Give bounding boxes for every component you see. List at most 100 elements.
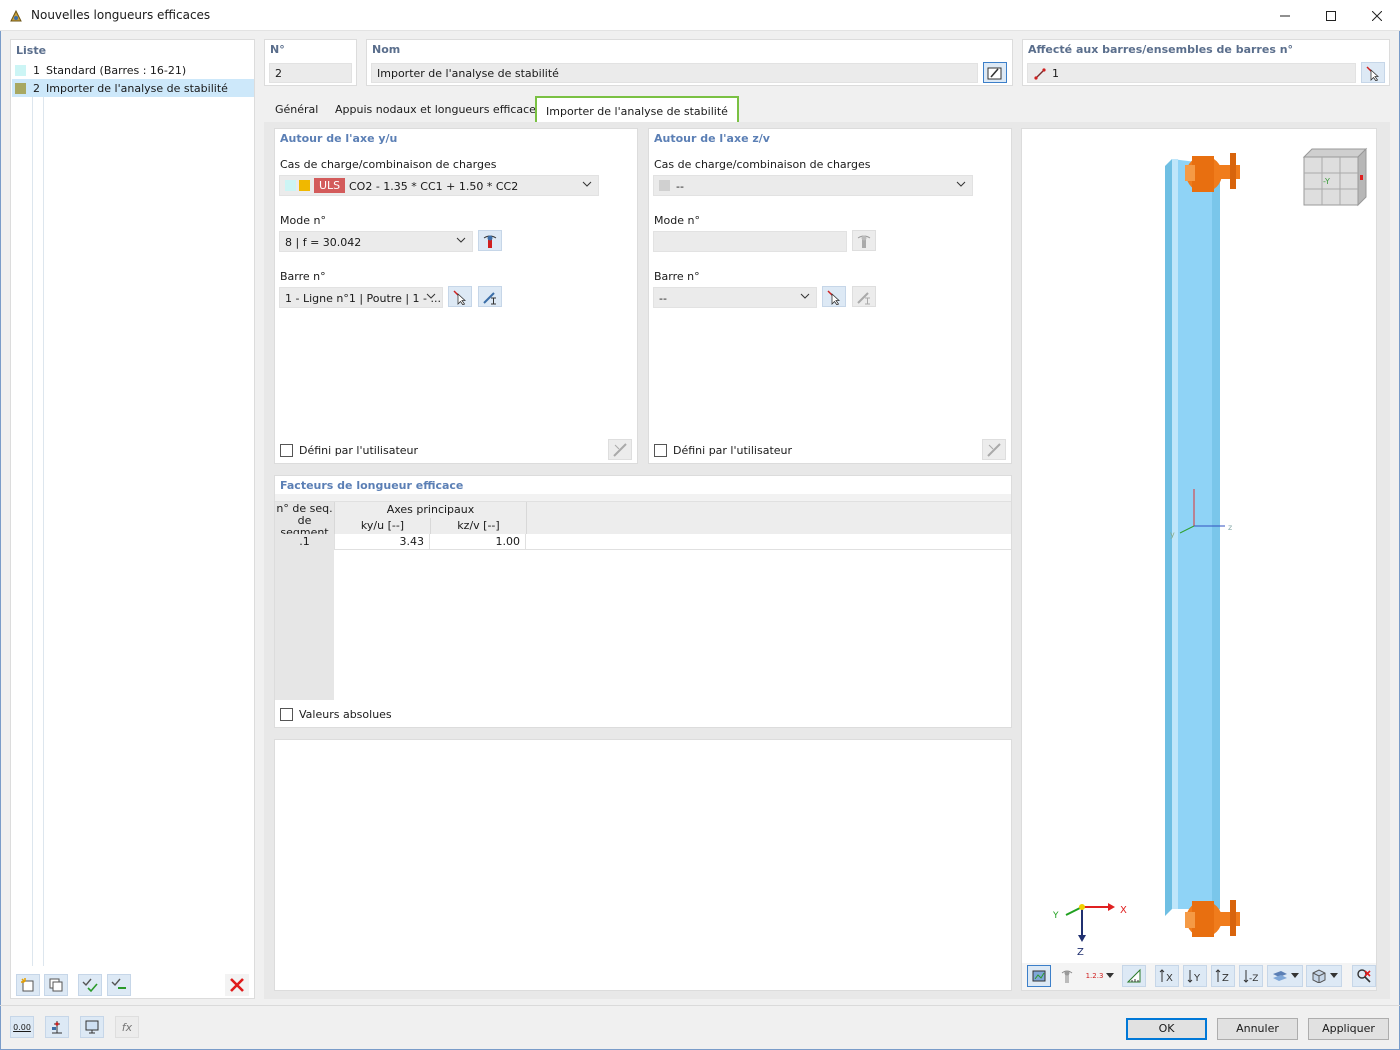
monitor-icon: [85, 1020, 99, 1034]
uncheck-button[interactable]: [107, 974, 131, 996]
color-swatch: [15, 64, 26, 76]
axis-y-mode-view-button[interactable]: [478, 230, 502, 251]
axis-y-user-defined-checkbox[interactable]: [280, 444, 293, 457]
view-x-icon: X: [1159, 969, 1173, 984]
edit-name-button[interactable]: [983, 62, 1007, 83]
cancel-button[interactable]: Annuler: [1217, 1018, 1298, 1040]
axis-z-title: Autour de l'axe z/v: [654, 132, 770, 145]
tab-supports[interactable]: Appuis nodaux et longueurs efficaces: [326, 96, 551, 123]
color-swatch: [15, 82, 26, 94]
load-color-swatch: [285, 180, 296, 191]
axis-y-mode-select[interactable]: 8 | f = 30.042: [279, 231, 473, 252]
list-item-label: Importer de l'analyse de stabilité: [46, 81, 228, 95]
ok-button[interactable]: OK: [1126, 1018, 1207, 1040]
axis-y-title: Autour de l'axe y/u: [280, 132, 398, 145]
reset-view-button[interactable]: [1352, 965, 1376, 987]
factors-title: Facteurs de longueur efficace: [280, 479, 464, 492]
axis-z-member-select[interactable]: --: [653, 287, 817, 308]
numbering-dropdown[interactable]: 1.2.3: [1082, 965, 1118, 987]
name-label: Nom: [372, 43, 401, 56]
factors-panel: Facteurs de longueur efficace n° de seq.…: [274, 475, 1012, 728]
cube-face-label: -Y: [1323, 177, 1330, 186]
axis-z-edit-button[interactable]: [982, 439, 1006, 460]
axis-y-pick-member-button[interactable]: [448, 286, 472, 307]
cell-ky[interactable]: 3.43: [334, 534, 430, 550]
3d-view-panel[interactable]: z y X Y Z -Y 1.2.3 X Y Z -Z: [1021, 128, 1377, 991]
new-item-button[interactable]: [16, 974, 40, 996]
select-members-button[interactable]: [1361, 62, 1385, 83]
dropdown-arrow-icon: [1106, 973, 1115, 978]
function-icon: fx: [121, 1020, 133, 1034]
view-mode-button[interactable]: [1027, 965, 1051, 987]
axis-z-load-select[interactable]: --: [653, 175, 973, 196]
row-divider: [526, 549, 1011, 550]
view-x-button[interactable]: X: [1155, 965, 1179, 987]
close-button[interactable]: [1354, 0, 1400, 31]
view-minus-z-button[interactable]: -Z: [1239, 965, 1263, 987]
maximize-button[interactable]: [1308, 0, 1354, 31]
axis-z-mode-field[interactable]: [653, 231, 847, 252]
edit-icon: [987, 67, 1002, 79]
axis-y-member-label: Barre n°: [280, 270, 326, 283]
dimension-button[interactable]: [1122, 965, 1146, 987]
model-button[interactable]: [45, 1016, 69, 1038]
assigned-panel: Affecté aux barres/ensembles de barres n…: [1022, 39, 1390, 86]
display-button[interactable]: [80, 1016, 104, 1038]
name-field[interactable]: Importer de l'analyse de stabilité: [371, 63, 978, 83]
axis-x-label: X: [1120, 905, 1127, 916]
list-item-selected[interactable]: 2 Importer de l'analyse de stabilité: [12, 79, 254, 97]
copy-item-button[interactable]: [44, 974, 68, 996]
show-mode-button[interactable]: [1055, 965, 1079, 987]
render-mode-dropdown[interactable]: [1267, 965, 1303, 987]
axis-y-member-info-button[interactable]: [478, 286, 502, 307]
col-header-ky: ky/u [--]: [334, 518, 430, 534]
axis-y-load-value: CO2 - 1.35 * CC1 + 1.50 * CC2: [349, 180, 519, 193]
axis-z-user-defined-checkbox[interactable]: [654, 444, 667, 457]
view-z-button[interactable]: Z: [1211, 965, 1235, 987]
axis-y-edit-button[interactable]: [608, 439, 632, 460]
tab-import-stability[interactable]: Importer de l'analyse de stabilité: [535, 96, 739, 123]
chevron-down-icon: [426, 293, 436, 299]
navigation-cube: -Y: [1302, 147, 1368, 207]
minimize-button[interactable]: [1262, 0, 1308, 31]
assigned-field[interactable]: 1: [1027, 63, 1356, 83]
apply-button[interactable]: Appliquer: [1308, 1018, 1389, 1040]
axis-y-member-select[interactable]: 1 - Ligne n°1 | Poutre | 1 - ...: [279, 287, 443, 308]
assigned-value: 1: [1052, 67, 1059, 80]
member-section-icon: [483, 291, 496, 304]
mode-shape-icon: [483, 235, 497, 248]
render-layers-icon: [1272, 971, 1287, 981]
view-minus-z-icon: -Z: [1243, 970, 1258, 984]
axis-z-member-info-button[interactable]: [852, 286, 876, 307]
check-all-button[interactable]: [78, 974, 102, 996]
chevron-down-icon: [800, 293, 810, 299]
svg-text:Y: Y: [1193, 973, 1201, 984]
list-item[interactable]: 1 Standard (Barres : 16-21): [12, 61, 254, 79]
projection-dropdown[interactable]: [1306, 965, 1342, 987]
app-icon: [10, 9, 22, 22]
list-header: Liste: [16, 44, 47, 57]
numbering-icon: 1.2.3: [1085, 972, 1104, 980]
chevron-down-icon: [956, 181, 966, 187]
member-section-icon: [857, 291, 870, 304]
cell-kz[interactable]: 1.00: [430, 534, 526, 550]
axis-y-member-value: 1 - Ligne n°1 | Poutre | 1 - ...: [285, 292, 441, 305]
units-button[interactable]: 0.00: [10, 1016, 34, 1038]
box-3d-icon: [1312, 969, 1325, 983]
formula-button[interactable]: fx: [115, 1016, 139, 1038]
view-y-button[interactable]: Y: [1183, 965, 1207, 987]
tab-general[interactable]: Général: [266, 96, 327, 123]
axis-y-load-select[interactable]: ULS CO2 - 1.35 * CC1 + 1.50 * CC2: [279, 175, 599, 196]
number-panel: N° 2: [264, 39, 357, 86]
maximize-icon: [1326, 10, 1336, 21]
display-model-icon: [1032, 970, 1046, 982]
number-field[interactable]: 2: [269, 63, 352, 83]
axis-z-mode-view-button[interactable]: [852, 230, 876, 251]
delete-button[interactable]: [225, 974, 249, 996]
number-label: N°: [270, 43, 285, 56]
mode-shape-icon: [857, 235, 871, 248]
absolute-values-checkbox[interactable]: [280, 708, 293, 721]
table-top-strip: [275, 494, 1011, 502]
support-top: [1185, 153, 1240, 192]
axis-z-pick-member-button[interactable]: [822, 286, 846, 307]
